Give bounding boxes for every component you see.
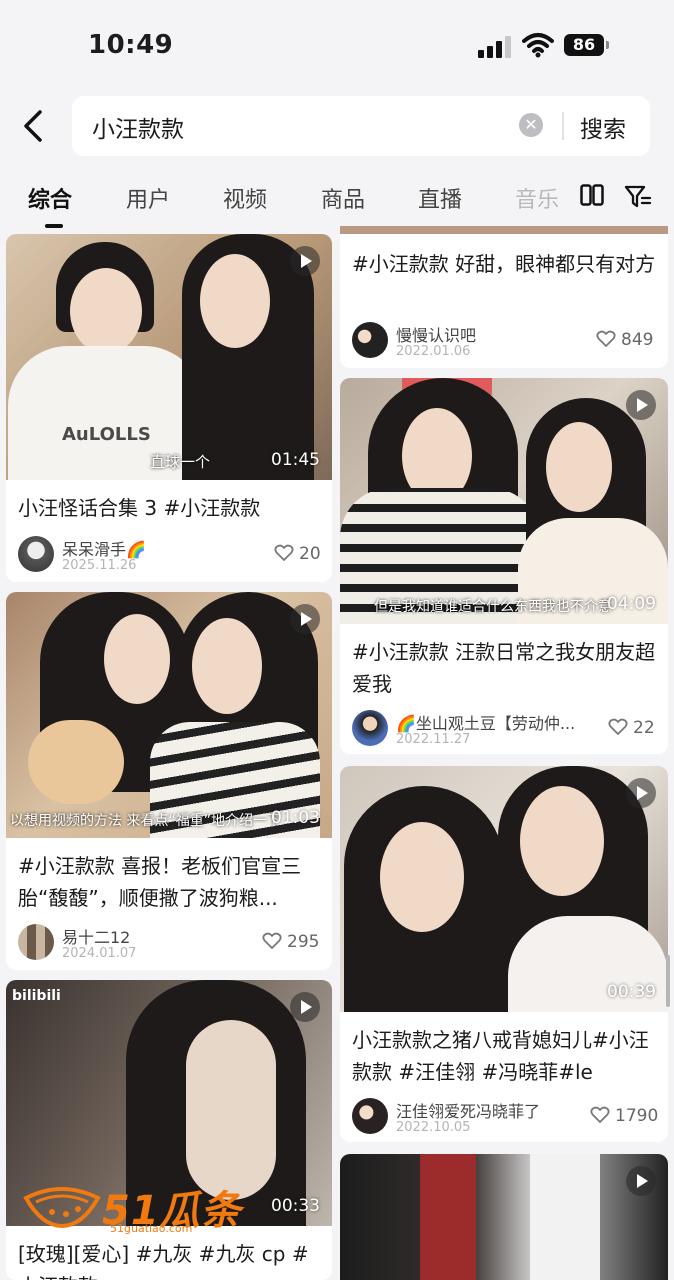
signal-icon [478,36,512,58]
video-overlay-text: 但是我知道谁适合什么东西我也不介意 [374,599,612,615]
video-duration: 04:09 [607,594,656,614]
like-count[interactable]: 20 [274,544,321,564]
scroll-indicator[interactable] [666,955,670,1007]
heart-icon[interactable] [596,330,616,348]
post-date: 2022.11.27 [396,732,471,747]
play-icon[interactable] [626,1166,656,1196]
video-thumbnail[interactable]: 但是我知道谁适合什么东西我也不介意 04:09 [340,378,668,624]
wifi-icon [522,33,554,58]
avatar[interactable] [18,536,54,572]
watermark-logo: 51瓜条 51guatiao.com [22,1178,242,1238]
video-caption[interactable]: 小汪款款之猪八戒背媳妇儿#小汪款款 #汪佳翎 #冯晓菲#le [352,1024,658,1088]
tab-videos[interactable]: 视频 [223,182,267,214]
author-name[interactable]: 慢慢认识吧 [396,322,476,346]
video-caption[interactable]: 小汪怪话合集 3 #小汪款款 [18,492,324,524]
play-icon[interactable] [626,778,656,808]
play-icon[interactable] [290,992,320,1022]
back-arrow-icon[interactable] [16,104,56,148]
video-duration: 01:45 [271,450,320,470]
video-thumbnail[interactable]: AuLOLLS 直球一个 01:45 [6,234,332,480]
bilibili-logo: bilibili [12,988,61,1004]
watermark-melon-icon [23,1187,101,1228]
filter-icon[interactable] [624,184,652,210]
video-thumbnail-edge [340,226,668,234]
heart-icon[interactable] [590,1106,610,1124]
search-button[interactable]: 搜索 [580,110,626,144]
video-thumbnail[interactable]: 00:39 [340,766,668,1012]
video-duration: 00:33 [271,1196,320,1216]
tab-live[interactable]: 直播 [418,182,462,214]
search-divider [562,112,564,140]
status-time: 10:49 [88,30,174,60]
avatar[interactable] [18,924,54,960]
video-card[interactable] [340,1154,668,1280]
like-count[interactable]: 1790 [590,1106,658,1126]
author-name[interactable]: 汪佳翎爱死冯晓菲了 [396,1098,540,1122]
video-card[interactable]: 以想用视频的方法 来看点“福重”地介绍一下 01:03 #小汪款款 喜报！老板们… [6,592,332,970]
video-overlay-text: 直球一个 [150,453,211,471]
post-date: 2024.01.07 [62,946,137,961]
video-thumbnail[interactable] [340,1154,668,1280]
avatar[interactable] [352,1098,388,1134]
video-overlay-text: 以想用视频的方法 来看点“福重”地介绍一下 [10,813,281,829]
heart-icon[interactable] [274,544,294,562]
battery-icon: 86 [564,34,609,56]
avatar[interactable] [352,322,388,358]
play-icon[interactable] [626,390,656,420]
post-date: 2022.01.06 [396,344,471,359]
layout-icon[interactable] [580,184,604,206]
video-card[interactable]: 00:39 小汪款款之猪八戒背媳妇儿#小汪款款 #汪佳翎 #冯晓菲#le 汪佳翎… [340,766,668,1142]
like-count[interactable]: 849 [596,330,653,350]
status-bar: 10:49 86 [0,0,674,92]
post-date: 2025.11.26 [62,558,137,573]
heart-icon[interactable] [262,932,282,950]
clear-icon[interactable]: ✕ [519,113,543,137]
video-duration: 00:39 [607,982,656,1002]
tab-comprehensive[interactable]: 综合 [28,182,72,214]
video-thumbnail[interactable]: 以想用视频的方法 来看点“福重”地介绍一下 01:03 [6,592,332,838]
watermark-url: 51guatiao.com [110,1222,193,1235]
author-name[interactable]: 🌈坐山观土豆【劳动仲... [396,710,575,734]
play-icon[interactable] [290,246,320,276]
like-count[interactable]: 295 [262,932,319,952]
heart-icon[interactable] [608,718,628,736]
video-card[interactable]: #小汪款款 好甜，眼神都只有对方 慢慢认识吧 2022.01.06 849 [340,226,668,368]
video-card[interactable]: 但是我知道谁适合什么东西我也不介意 04:09 #小汪款款 汪款日常之我女朋友超… [340,378,668,754]
search-input[interactable]: 小汪款款 [92,110,184,144]
like-count[interactable]: 22 [608,718,655,738]
video-caption[interactable]: #小汪款款 好甜，眼神都只有对方 [352,248,658,280]
video-caption[interactable]: #小汪款款 汪款日常之我女朋友超爱我 [352,636,658,700]
shirt-text: AuLOLLS [62,424,151,445]
video-card[interactable]: AuLOLLS 直球一个 01:45 小汪怪话合集 3 #小汪款款 呆呆滑手🌈 … [6,234,332,582]
avatar[interactable] [352,710,388,746]
play-icon[interactable] [290,604,320,634]
active-tab-indicator [45,224,63,228]
tab-music[interactable]: 音乐 [515,182,559,214]
video-caption[interactable]: [玫瑰][爱心] #九灰 #九灰 cp # 小汪款款 [18,1238,324,1280]
tab-users[interactable]: 用户 [126,182,170,214]
post-date: 2022.10.05 [396,1120,471,1135]
tab-products[interactable]: 商品 [321,182,365,214]
author-name[interactable]: 呆呆滑手🌈 [62,536,146,560]
search-box[interactable]: 小汪款款 ✕ 搜索 [72,96,650,156]
tab-bar: 综合 用户 视频 商品 直播 音乐 [0,176,674,228]
author-name[interactable]: 易十二12 [62,924,130,948]
video-caption[interactable]: #小汪款款 喜报！老板们官宣三胎“馥馥”，顺便撒了波狗粮... [18,850,324,914]
video-duration: 01:03 [271,808,320,828]
